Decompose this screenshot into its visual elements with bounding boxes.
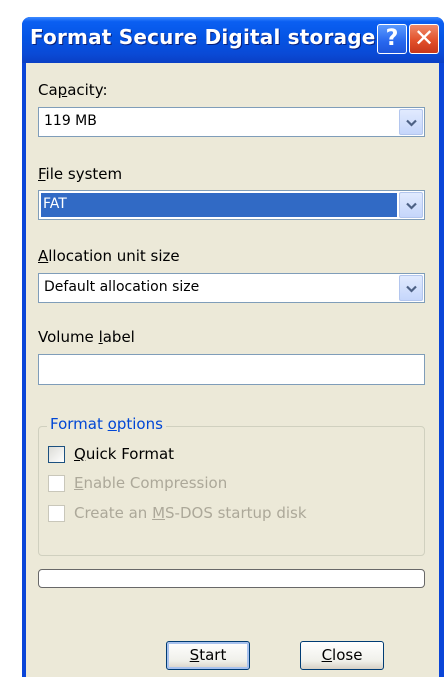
volume-label-label: Volume label bbox=[38, 328, 135, 346]
close-button[interactable]: Close bbox=[300, 641, 384, 670]
title-bar[interactable]: Format Secure Digital storage... ? ✕ bbox=[22, 17, 444, 63]
allocation-dropdown-button[interactable] bbox=[399, 275, 423, 301]
capacity-select[interactable]: 119 MB bbox=[38, 107, 425, 137]
start-button[interactable]: Start bbox=[166, 641, 250, 670]
enable-compression-box bbox=[48, 475, 65, 492]
msdos-startup-box bbox=[48, 505, 65, 522]
capacity-label: Capacity: bbox=[38, 81, 108, 99]
capacity-dropdown-button[interactable] bbox=[399, 109, 423, 135]
allocation-unit-select[interactable]: Default allocation size bbox=[38, 273, 425, 303]
format-progress-bar bbox=[38, 569, 425, 588]
allocation-unit-value: Default allocation size bbox=[44, 279, 200, 295]
file-system-dropdown-button[interactable] bbox=[399, 192, 423, 218]
chevron-down-icon bbox=[406, 202, 417, 210]
help-icon: ? bbox=[385, 26, 399, 51]
selection-highlight bbox=[41, 193, 397, 217]
quick-format-label: Quick Format bbox=[74, 445, 175, 463]
allocation-unit-label: Allocation unit size bbox=[38, 247, 180, 265]
chevron-down-icon bbox=[406, 285, 417, 293]
file-system-value: FAT bbox=[43, 196, 67, 212]
chevron-down-icon bbox=[406, 119, 417, 127]
dialog-client-area: Capacity: 119 MB File system FAT Allocat… bbox=[26, 63, 439, 677]
file-system-select[interactable]: FAT bbox=[38, 190, 425, 220]
msdos-startup-label: Create an MS-DOS startup disk bbox=[74, 504, 307, 522]
capacity-value: 119 MB bbox=[44, 113, 97, 129]
file-system-label: File system bbox=[38, 165, 123, 183]
close-icon: ✕ bbox=[413, 24, 435, 52]
window-title: Format Secure Digital storage... bbox=[30, 25, 399, 49]
format-dialog-window: Format Secure Digital storage... ? ✕ Cap… bbox=[22, 17, 444, 677]
format-options-legend: Format options bbox=[47, 415, 166, 433]
volume-label-input[interactable] bbox=[38, 354, 425, 385]
title-close-button[interactable]: ✕ bbox=[409, 24, 439, 54]
enable-compression-label: Enable Compression bbox=[74, 474, 228, 492]
help-button[interactable]: ? bbox=[377, 24, 407, 54]
quick-format-box[interactable] bbox=[48, 446, 65, 463]
